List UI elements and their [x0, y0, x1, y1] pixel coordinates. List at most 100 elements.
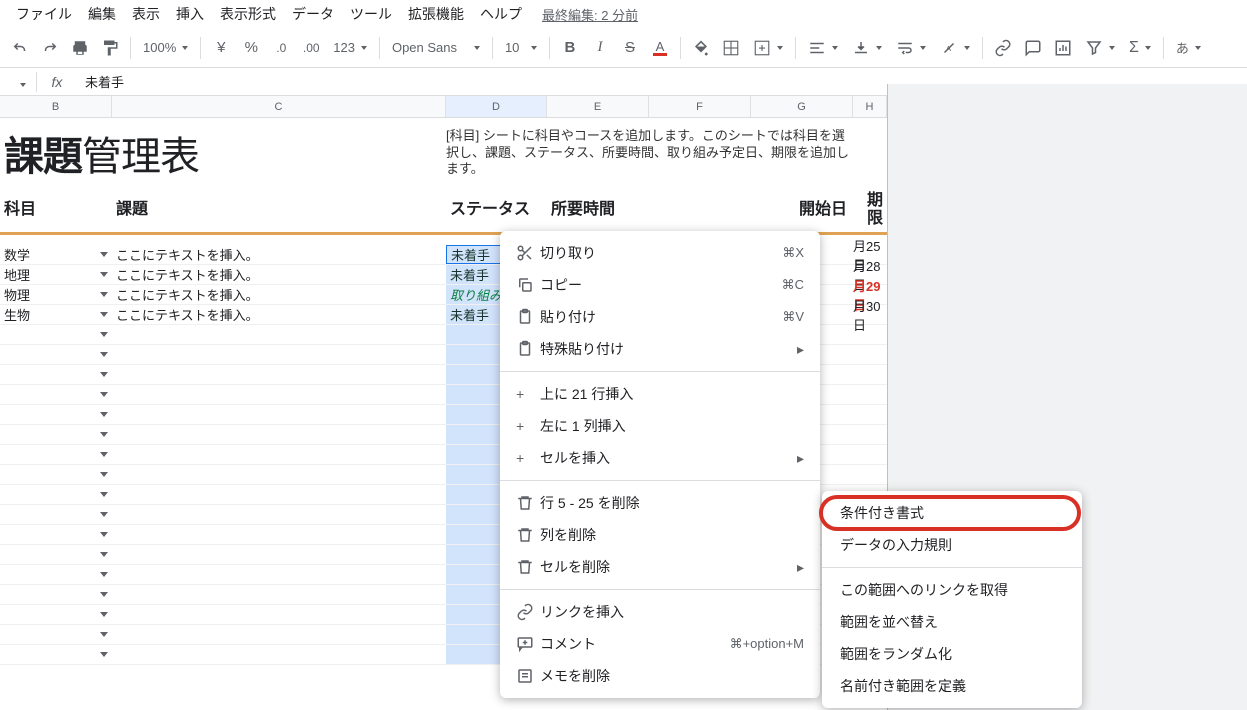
ctx-cut[interactable]: 切り取り⌘X [500, 237, 820, 269]
chevron-down-icon[interactable] [100, 512, 108, 517]
task-cell[interactable] [112, 345, 446, 364]
chevron-down-icon[interactable] [100, 252, 108, 257]
chevron-down-icon[interactable] [100, 412, 108, 417]
subject-cell[interactable]: 地理 [0, 265, 112, 284]
task-cell[interactable] [112, 325, 446, 344]
subject-cell[interactable] [0, 465, 112, 484]
menu-file[interactable]: ファイル [8, 4, 80, 24]
task-cell[interactable] [112, 365, 446, 384]
chevron-down-icon[interactable] [100, 312, 108, 317]
strikethrough-button[interactable]: S [616, 34, 644, 62]
chevron-down-icon[interactable] [100, 572, 108, 577]
redo-button[interactable] [36, 34, 64, 62]
chevron-down-icon[interactable] [100, 472, 108, 477]
subject-cell[interactable] [0, 625, 112, 644]
sub-sort-range[interactable]: 範囲を並べ替え [822, 606, 1082, 638]
task-cell[interactable] [112, 505, 446, 524]
col-header-h[interactable]: H [853, 96, 887, 117]
col-header-g[interactable]: G [751, 96, 853, 117]
font-size-dropdown[interactable]: 10 [499, 34, 543, 62]
menu-help[interactable]: ヘルプ [472, 4, 530, 24]
chevron-down-icon[interactable] [100, 292, 108, 297]
ctx-paste-special[interactable]: 特殊貼り付け▸ [500, 333, 820, 365]
chevron-down-icon[interactable] [100, 652, 108, 657]
ctx-paste[interactable]: 貼り付け⌘V [500, 301, 820, 333]
task-cell[interactable] [112, 625, 446, 644]
due-cell[interactable] [853, 445, 887, 464]
ctx-insert-link[interactable]: リンクを挿入 [500, 596, 820, 628]
ctx-insert-cells[interactable]: +セルを挿入▸ [500, 442, 820, 474]
filter-dropdown[interactable] [1079, 34, 1121, 62]
font-dropdown[interactable]: Open Sans [386, 34, 486, 62]
ctx-delete-rows[interactable]: 行 5 - 25 を削除 [500, 487, 820, 519]
chevron-down-icon[interactable] [100, 532, 108, 537]
subject-cell[interactable] [0, 585, 112, 604]
subject-cell[interactable] [0, 605, 112, 624]
h-align-dropdown[interactable] [802, 34, 844, 62]
task-cell[interactable] [112, 585, 446, 604]
subject-cell[interactable] [0, 645, 112, 664]
col-header-d[interactable]: D [446, 96, 547, 117]
link-button[interactable] [989, 34, 1017, 62]
chevron-down-icon[interactable] [100, 432, 108, 437]
paint-format-button[interactable] [96, 34, 124, 62]
task-cell[interactable] [112, 445, 446, 464]
borders-button[interactable] [717, 34, 745, 62]
due-cell[interactable]: 月30日 [853, 305, 887, 324]
col-header-c[interactable]: C [112, 96, 446, 117]
zoom-dropdown[interactable]: 100% [137, 34, 194, 62]
menu-tools[interactable]: ツール [342, 4, 400, 24]
ctx-delete-cols[interactable]: 列を削除 [500, 519, 820, 551]
input-tools-dropdown[interactable]: あ [1170, 34, 1207, 62]
ctx-copy[interactable]: コピー⌘C [500, 269, 820, 301]
due-cell[interactable] [853, 365, 887, 384]
task-cell[interactable]: ここにテキストを挿入。 [112, 265, 446, 284]
chevron-down-icon[interactable] [100, 492, 108, 497]
chart-button[interactable] [1049, 34, 1077, 62]
decrease-decimal-button[interactable]: .0 [267, 34, 295, 62]
text-color-button[interactable]: A [646, 34, 674, 62]
ctx-delete-note[interactable]: メモを削除 [500, 660, 820, 692]
due-cell[interactable] [853, 425, 887, 444]
col-header-e[interactable]: E [547, 96, 649, 117]
task-cell[interactable] [112, 645, 446, 664]
task-cell[interactable] [112, 565, 446, 584]
chevron-down-icon[interactable] [100, 372, 108, 377]
undo-button[interactable] [6, 34, 34, 62]
col-header-b[interactable]: B [0, 96, 112, 117]
menu-view[interactable]: 表示 [124, 4, 168, 24]
col-header-f[interactable]: F [649, 96, 751, 117]
subject-cell[interactable] [0, 445, 112, 464]
ctx-insert-rows[interactable]: +上に 21 行挿入 [500, 378, 820, 410]
functions-dropdown[interactable]: Σ [1123, 34, 1157, 62]
fill-color-button[interactable] [687, 34, 715, 62]
chevron-down-icon[interactable] [100, 632, 108, 637]
subject-cell[interactable] [0, 345, 112, 364]
task-cell[interactable] [112, 525, 446, 544]
menu-format[interactable]: 表示形式 [212, 4, 284, 24]
comment-button[interactable] [1019, 34, 1047, 62]
chevron-down-icon[interactable] [100, 272, 108, 277]
last-edit-link[interactable]: 最終編集: 2 分前 [542, 5, 638, 24]
menu-data[interactable]: データ [284, 4, 342, 24]
subject-cell[interactable] [0, 405, 112, 424]
menu-extensions[interactable]: 拡張機能 [400, 4, 472, 24]
print-button[interactable] [66, 34, 94, 62]
subject-cell[interactable] [0, 545, 112, 564]
task-cell[interactable] [112, 605, 446, 624]
merge-cells-dropdown[interactable] [747, 34, 789, 62]
rotate-dropdown[interactable]: A [934, 34, 976, 62]
chevron-down-icon[interactable] [100, 592, 108, 597]
subject-cell[interactable]: 数学 [0, 245, 112, 264]
chevron-down-icon[interactable] [100, 452, 108, 457]
v-align-dropdown[interactable] [846, 34, 888, 62]
sub-get-link[interactable]: この範囲へのリンクを取得 [822, 574, 1082, 606]
chevron-down-icon[interactable] [100, 332, 108, 337]
ctx-insert-cols[interactable]: +左に 1 列挿入 [500, 410, 820, 442]
task-cell[interactable]: ここにテキストを挿入。 [112, 285, 446, 304]
due-cell[interactable] [853, 465, 887, 484]
task-cell[interactable]: ここにテキストを挿入。 [112, 305, 446, 324]
sub-data-validation[interactable]: データの入力規則 [822, 529, 1082, 561]
increase-decimal-button[interactable]: .00 [297, 34, 325, 62]
due-cell[interactable] [853, 325, 887, 344]
